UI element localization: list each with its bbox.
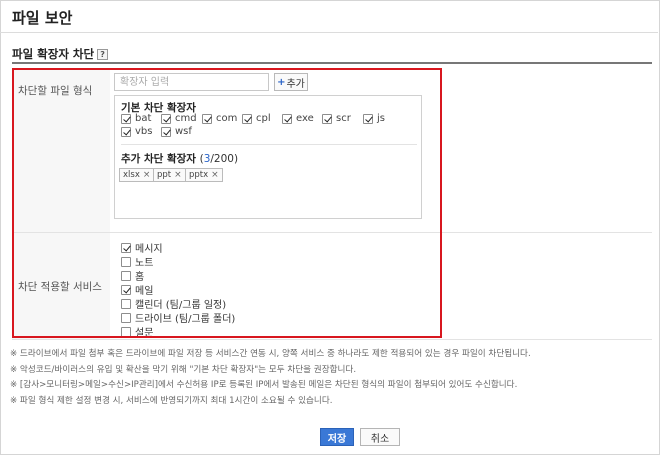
note-item: ※ [감사>모니터링>메일>수신>IP관리]에서 수신허용 IP로 등록된 IP… — [10, 380, 518, 391]
cancel-button[interactable]: 취소 — [360, 428, 400, 446]
note-item: ※ 드라이브에서 파일 첨부 혹은 드라이브에 파일 저장 등 서비스간 연동 … — [10, 349, 531, 359]
note-item: ※ 악성코드/바이러스의 유입 및 확산을 막기 위해 "기본 차단 확장자"는… — [10, 364, 357, 375]
title-divider — [0, 32, 658, 33]
highlight-box — [12, 68, 442, 338]
row-divider — [12, 339, 652, 340]
page-title: 파일 보안 — [12, 9, 73, 27]
section-divider — [12, 62, 652, 64]
section-title: 파일 확장자 차단 ? — [12, 46, 109, 62]
save-button[interactable]: 저장 — [320, 428, 354, 446]
section-title-text: 파일 확장자 차단 — [12, 47, 95, 61]
notes: ※ 드라이브에서 파일 첨부 혹은 드라이브에 파일 저장 등 서비스간 연동 … — [10, 347, 531, 409]
help-icon[interactable]: ? — [97, 48, 109, 60]
note-item: ※ 파일 형식 제한 설정 변경 시, 서비스에 반영되기까지 최대 1시간이 … — [10, 395, 333, 406]
